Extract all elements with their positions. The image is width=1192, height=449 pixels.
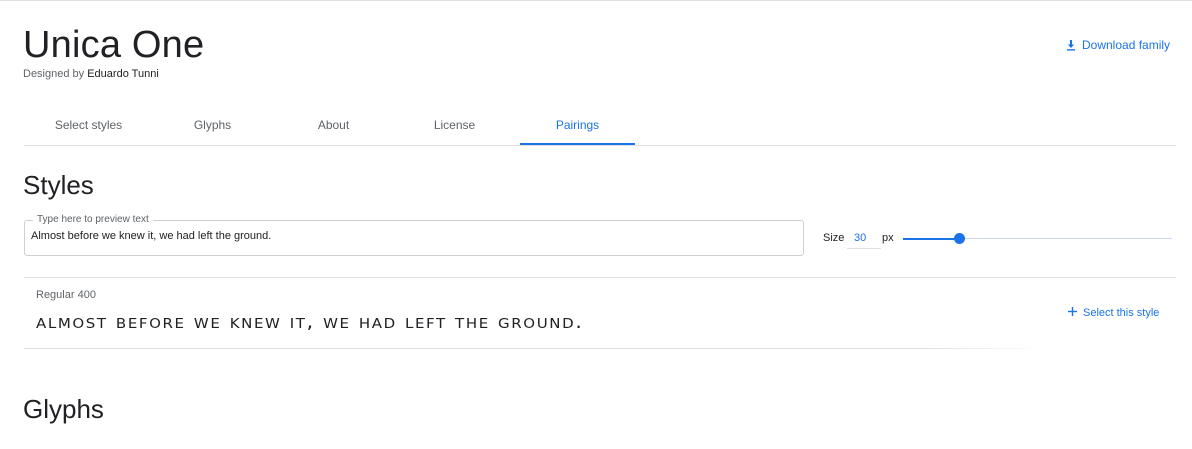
select-this-style-label: Select this style [1083, 307, 1160, 319]
size-slider-fill [903, 238, 960, 240]
size-slider-thumb[interactable] [953, 233, 965, 244]
style-name: Regular 400 [36, 289, 96, 301]
designer-credit: Designed by Eduardo Tunni [23, 68, 159, 80]
download-icon [1066, 39, 1076, 51]
download-family-label: Download family [1082, 38, 1171, 52]
tab-glyphs[interactable]: Glyphs [155, 105, 270, 144]
preview-text-legend: Type here to preview text [33, 214, 153, 226]
styles-heading: Styles [23, 170, 94, 200]
size-unit-label: px [882, 232, 894, 244]
tab-bar: Select styles Glyphs About License Pairi… [24, 105, 1176, 146]
download-family-button[interactable]: Download family [1066, 38, 1170, 52]
tab-select-styles[interactable]: Select styles [31, 105, 146, 144]
size-label: Size [823, 232, 845, 244]
size-input[interactable] [847, 227, 881, 249]
plus-icon [1068, 307, 1077, 319]
style-row-divider [24, 348, 1044, 349]
tab-license[interactable]: License [397, 105, 512, 144]
top-divider [0, 0, 1192, 1]
preview-text-field: Type here to preview text [24, 214, 804, 256]
family-title: Unica One [23, 24, 205, 66]
designed-by-label: Designed by [23, 68, 85, 80]
select-this-style-button[interactable]: Select this style [1068, 307, 1159, 319]
designer-name[interactable]: Eduardo Tunni [87, 68, 159, 80]
tab-pairings[interactable]: Pairings [520, 105, 635, 145]
tab-about[interactable]: About [276, 105, 391, 144]
glyphs-heading: Glyphs [23, 394, 104, 424]
preview-text-input[interactable] [31, 230, 791, 242]
style-row: Regular 400 Almost before we knew it, we… [24, 277, 1176, 349]
style-sample-text: Almost before we knew it, we had left th… [36, 311, 584, 333]
